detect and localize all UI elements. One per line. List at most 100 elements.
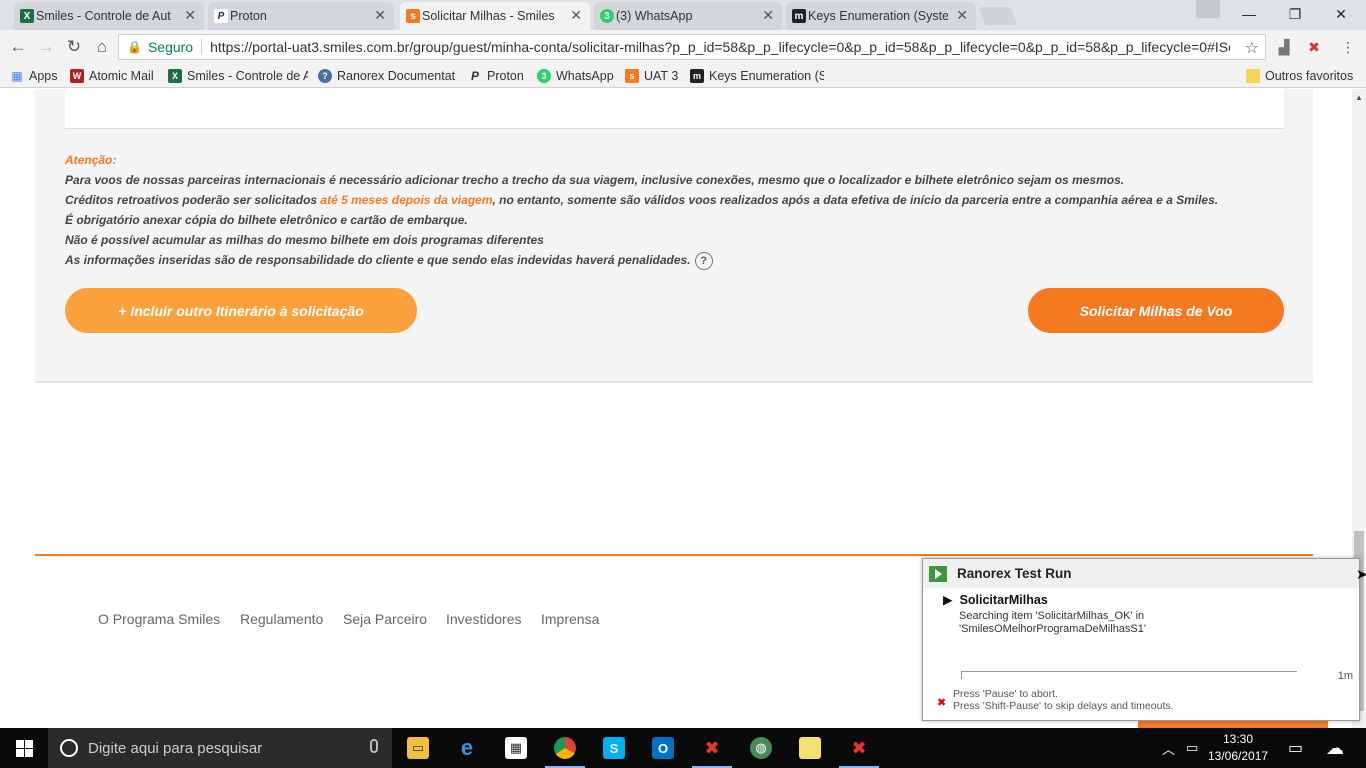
tab-whatsapp[interactable]: 3 (3) WhatsApp ✕ [594,2,782,30]
tab-title: Smiles - Controle de Aut [36,9,171,23]
show-hidden-icons[interactable]: ︿ [1162,728,1175,768]
signal-extension-icon[interactable]: ▟ [1274,38,1294,56]
footer-link-parceiro[interactable]: Seja Parceiro [343,611,427,627]
folder-icon [1246,69,1260,83]
home-icon[interactable]: ⌂ [90,35,114,59]
scroll-up-icon[interactable]: ▲ [1355,93,1363,102]
system-clock[interactable]: 13:30 13/06/2017 [1208,731,1268,765]
attention-line: É obrigatório anexar cópia do bilhete el… [65,213,468,227]
bookmark-star-icon[interactable]: ☆ [1245,38,1259,58]
request-miles-button[interactable]: Solicitar Milhas de Voo [1028,288,1284,333]
ranorex-hints: Press 'Pause' to abort. Press 'Shift-Pau… [953,688,1174,712]
whatsapp-icon: 3 [600,9,614,23]
tab-solicitar-milhas[interactable]: s Solicitar Milhas - Smiles ✕ [400,2,590,30]
back-icon[interactable]: ← [6,35,30,59]
windows-taskbar: Digite aqui para pesquisar ▭ e ▦ S O ✖ ◍… [0,728,1366,768]
minimize-icon[interactable]: — [1226,0,1272,28]
bookmark-label: WhatsApp [556,69,614,83]
ranorex-hint: Press 'Pause' to abort. [953,688,1058,700]
ranorex-extension-icon[interactable]: ✖ [1304,38,1324,56]
network-globe-icon[interactable]: ◍ [737,728,785,768]
tab-title: Proton [230,9,267,23]
ranorex-progress-track [961,671,1297,679]
close-tab-icon[interactable]: ✕ [184,7,196,24]
smiles-icon: s [625,69,639,83]
msdn-icon: m [792,9,806,23]
weather-cloud-icon[interactable]: ☁ [1326,728,1344,768]
tab-smiles-controle[interactable]: X Smiles - Controle de Aut ✕ [14,2,204,30]
atomic-mail-icon: W [70,69,84,83]
chrome-icon[interactable] [541,728,589,768]
new-tab-button[interactable] [978,7,1018,25]
footer-link-programa[interactable]: O Programa Smiles [98,611,220,627]
close-tab-icon[interactable]: ✕ [374,7,386,24]
footer-link-imprensa[interactable]: Imprensa [541,611,599,627]
bookmark-proton[interactable]: P Proton [468,67,524,85]
restore-icon[interactable]: ❐ [1272,0,1318,28]
bookmark-keys-enumeration[interactable]: m Keys Enumeration (Sy [690,67,824,85]
bookmark-atomic-mail[interactable]: W Atomic Mail [70,67,154,85]
attention-line: Créditos retroativos poderão ser solicit… [65,190,1218,210]
tab-proton[interactable]: P Proton ✕ [208,2,394,30]
divider [201,39,203,55]
proton-icon: P [470,69,479,83]
bookmark-label: Smiles - Controle de A [187,69,308,83]
skype-icon[interactable]: S [590,728,638,768]
bookmark-whatsapp[interactable]: 3 WhatsApp [537,67,614,85]
sticky-notes-icon[interactable] [786,728,834,768]
reload-icon[interactable]: ↻ [62,35,86,59]
bookmark-other-favorites[interactable]: Outros favoritos [1246,67,1353,85]
ranorex-message: Searching item 'SolicitarMilhas_OK' in '… [959,610,1146,635]
ranorex-studio-icon[interactable]: ✖ [688,728,736,768]
attention-highlight: até 5 meses depois da viagem [320,193,493,207]
footer-link-regulamento[interactable]: Regulamento [240,611,323,627]
bookmark-apps[interactable]: ▦ Apps [10,67,58,85]
close-window-icon[interactable]: ✕ [1318,0,1364,28]
attention-notes: Atenção: Para voos de nossas parceiras i… [65,150,1218,270]
apps-icon: ▦ [11,69,23,83]
close-tab-icon[interactable]: ✕ [570,7,582,24]
forward-icon[interactable]: → [34,35,58,59]
excel-icon: X [20,9,34,23]
file-explorer-icon[interactable]: ▭ [394,728,442,768]
url-text[interactable]: https://portal-uat3.smiles.com.br/group/… [210,39,1230,55]
edge-icon[interactable]: e [443,728,491,768]
tab-title: Solicitar Milhas - Smiles [422,9,555,23]
tab-keys-enumeration[interactable]: m Keys Enumeration (Syste ✕ [786,2,976,30]
bookmark-uat3[interactable]: s UAT 3 [625,67,678,85]
close-tab-icon[interactable]: ✕ [762,7,774,24]
mouse-cursor-icon: ➤ [1356,566,1366,582]
ranorex-runner-icon[interactable]: ✖ [835,728,883,768]
menu-icon[interactable]: ⋮ [1338,38,1358,56]
ranorex-elapsed: 1m [1337,670,1353,682]
attention-text: , no entanto, somente são válidos voos r… [492,193,1219,207]
bookmark-label: UAT 3 [644,69,679,83]
ranorex-module: ▶ SolicitarMilhas [943,593,1048,607]
footer-divider [35,554,1313,556]
ranorex-play-icon [929,565,947,582]
search-placeholder: Digite aqui para pesquisar [88,739,263,757]
taskbar-search[interactable]: Digite aqui para pesquisar [48,728,392,768]
close-tab-icon[interactable]: ✕ [956,7,968,24]
bookmark-label: Apps [29,69,58,83]
tab-title: (3) WhatsApp [616,9,693,23]
profile-icon[interactable] [1196,0,1220,18]
bookmark-label: Keys Enumeration (Sy [709,69,824,83]
excel-icon: X [168,69,182,83]
cortana-icon [60,739,78,757]
bookmark-smiles-controle[interactable]: X Smiles - Controle de A [168,67,308,85]
add-itinerary-button[interactable]: + Incluir outro Itinerário à solicitação [65,288,417,333]
start-button[interactable] [0,728,48,768]
notification-icon[interactable]: ▭ [1288,728,1303,768]
bookmark-ranorex-docs[interactable]: ? Ranorex Documentati [318,67,456,85]
store-icon[interactable]: ▦ [492,728,540,768]
microphone-icon[interactable] [370,739,378,753]
clock-date: 13/06/2017 [1208,749,1269,763]
help-icon[interactable]: ? [694,251,713,270]
address-bar[interactable]: 🔒 Seguro https://portal-uat3.smiles.com.… [118,34,1266,60]
outlook-icon[interactable]: O [639,728,687,768]
battery-icon[interactable]: ▭ [1186,728,1198,768]
proton-icon: P [214,9,228,23]
footer-link-investidores[interactable]: Investidores [446,611,521,627]
windows-logo-icon [15,739,33,757]
